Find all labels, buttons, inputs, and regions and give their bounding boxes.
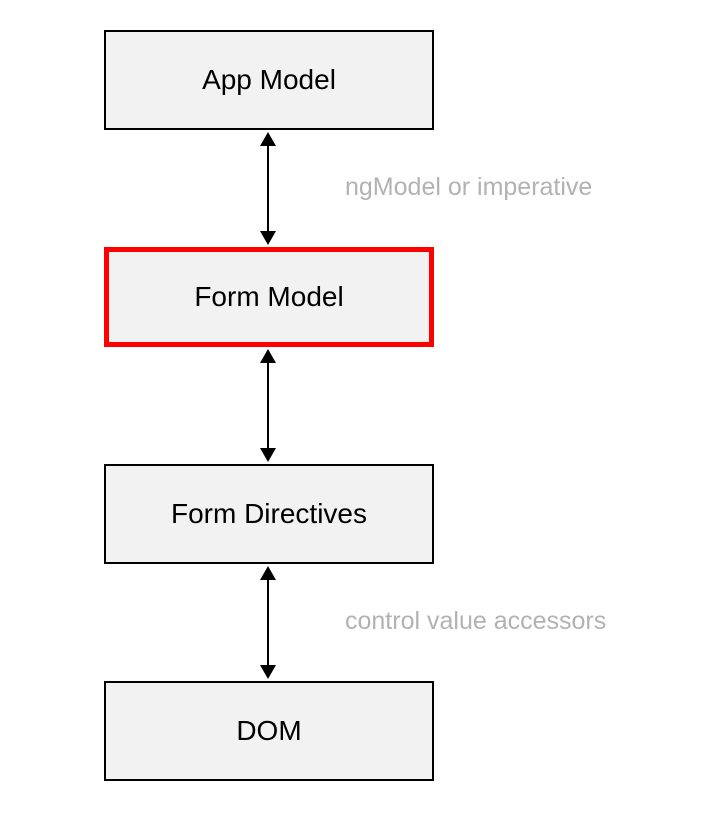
node-form-directives: Form Directives <box>104 464 434 564</box>
arrow-down-icon <box>260 665 276 679</box>
edge-label-1: ngModel or imperative <box>345 173 592 202</box>
diagram-container: App Model ngModel or imperative Form Mod… <box>0 0 712 838</box>
arrow-down-icon <box>260 231 276 245</box>
arrow-line <box>267 144 269 233</box>
arrow-line <box>267 361 269 450</box>
edge-label-2: control value accessors <box>345 607 606 636</box>
node-app-model: App Model <box>104 30 434 130</box>
edge-arrow-3 <box>266 566 270 679</box>
node-label: Form Directives <box>171 498 367 530</box>
node-label: DOM <box>236 715 301 747</box>
edge-arrow-2 <box>266 349 270 462</box>
node-form-model: Form Model <box>104 247 434 347</box>
node-label: App Model <box>202 64 336 96</box>
node-dom: DOM <box>104 681 434 781</box>
arrow-line <box>267 578 269 667</box>
arrow-down-icon <box>260 448 276 462</box>
node-label: Form Model <box>194 281 343 313</box>
edge-arrow-1 <box>266 132 270 245</box>
